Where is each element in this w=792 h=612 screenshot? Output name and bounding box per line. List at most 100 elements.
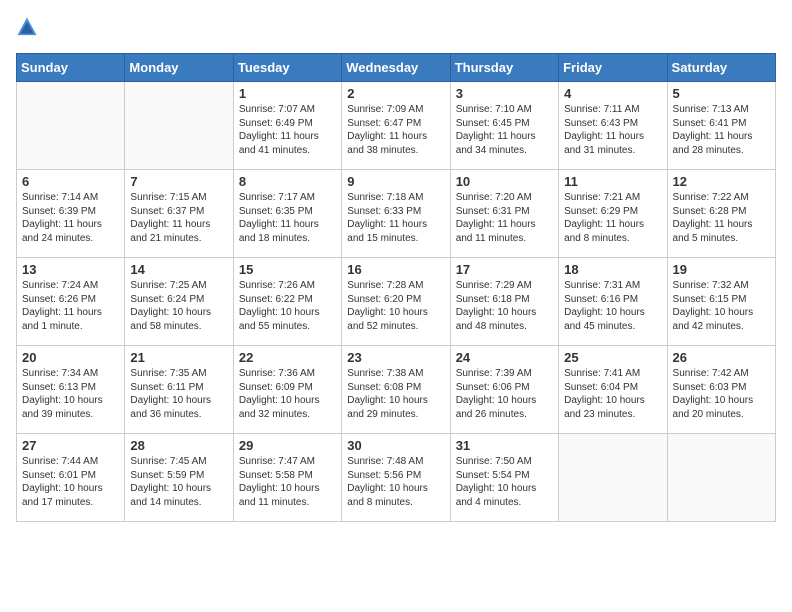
day-info: Sunrise: 7:39 AMSunset: 6:06 PMDaylight:… (456, 367, 553, 421)
calendar-day: 7 Sunrise: 7:15 AMSunset: 6:37 PMDaylight… (125, 170, 233, 258)
day-info: Sunrise: 7:31 AMSunset: 6:16 PMDaylight:… (564, 279, 661, 333)
day-info: Sunrise: 7:09 AMSunset: 6:47 PMDaylight:… (347, 103, 444, 157)
day-number: 9 (347, 174, 444, 189)
day-number: 4 (564, 86, 661, 101)
day-number: 18 (564, 262, 661, 277)
calendar-week-5: 27Sunrise: 7:44 AMSunset: 6:01 PMDayligh… (17, 434, 776, 522)
calendar-day: 30Sunrise: 7:48 AMSunset: 5:56 PMDayligh… (342, 434, 450, 522)
calendar-day: 25 Sunrise: 7:41 AMSunset: 6:04 PMDayligh… (559, 346, 667, 434)
day-info: Sunrise: 7:29 AMSunset: 6:18 PMDaylight:… (456, 279, 553, 333)
day-number: 7 (130, 174, 227, 189)
day-info: Sunrise: 7:21 AMSunset: 6:29 PMDaylight:… (564, 191, 661, 245)
calendar-day: 12 Sunrise: 7:22 AMSunset: 6:28 PMDayligh… (667, 170, 775, 258)
calendar-week-3: 13 Sunrise: 7:24 AMSunset: 6:26 PMDayligh… (17, 258, 776, 346)
calendar-day: 10 Sunrise: 7:20 AMSunset: 6:31 PMDayligh… (450, 170, 558, 258)
weekday-header-saturday: Saturday (667, 54, 775, 82)
day-number: 28 (130, 438, 227, 453)
calendar-day: 15 Sunrise: 7:26 AMSunset: 6:22 PMDayligh… (233, 258, 341, 346)
logo-icon (16, 16, 38, 38)
calendar-table: SundayMondayTuesdayWednesdayThursdayFrid… (16, 53, 776, 522)
calendar-day: 26 Sunrise: 7:42 AMSunset: 6:03 PMDayligh… (667, 346, 775, 434)
day-number: 25 (564, 350, 661, 365)
day-number: 23 (347, 350, 444, 365)
day-number: 24 (456, 350, 553, 365)
weekday-header-row: SundayMondayTuesdayWednesdayThursdayFrid… (17, 54, 776, 82)
day-info: Sunrise: 7:35 AMSunset: 6:11 PMDaylight:… (130, 367, 227, 421)
day-number: 16 (347, 262, 444, 277)
day-number: 17 (456, 262, 553, 277)
calendar-day: 14 Sunrise: 7:25 AMSunset: 6:24 PMDayligh… (125, 258, 233, 346)
calendar-day: 24 Sunrise: 7:39 AMSunset: 6:06 PMDayligh… (450, 346, 558, 434)
day-info: Sunrise: 7:18 AMSunset: 6:33 PMDaylight:… (347, 191, 444, 245)
day-number: 29 (239, 438, 336, 453)
page-header (16, 16, 776, 43)
calendar-day (667, 434, 775, 522)
calendar-week-4: 20 Sunrise: 7:34 AMSunset: 6:13 PMDayligh… (17, 346, 776, 434)
day-number: 12 (673, 174, 770, 189)
day-info: Sunrise: 7:07 AMSunset: 6:49 PMDaylight:… (239, 103, 336, 157)
day-info: Sunrise: 7:13 AMSunset: 6:41 PMDaylight:… (673, 103, 770, 157)
day-info: Sunrise: 7:11 AMSunset: 6:43 PMDaylight:… (564, 103, 661, 157)
calendar-day: 17 Sunrise: 7:29 AMSunset: 6:18 PMDayligh… (450, 258, 558, 346)
calendar-day: 22 Sunrise: 7:36 AMSunset: 6:09 PMDayligh… (233, 346, 341, 434)
day-number: 30 (347, 438, 444, 453)
day-info: Sunrise: 7:10 AMSunset: 6:45 PMDaylight:… (456, 103, 553, 157)
day-number: 20 (22, 350, 119, 365)
day-info: Sunrise: 7:17 AMSunset: 6:35 PMDaylight:… (239, 191, 336, 245)
calendar-day: 4 Sunrise: 7:11 AMSunset: 6:43 PMDaylight… (559, 82, 667, 170)
day-info: Sunrise: 7:28 AMSunset: 6:20 PMDaylight:… (347, 279, 444, 333)
weekday-header-monday: Monday (125, 54, 233, 82)
day-number: 2 (347, 86, 444, 101)
weekday-header-wednesday: Wednesday (342, 54, 450, 82)
day-info: Sunrise: 7:20 AMSunset: 6:31 PMDaylight:… (456, 191, 553, 245)
calendar-body: 1 Sunrise: 7:07 AMSunset: 6:49 PMDaylight… (17, 82, 776, 522)
calendar-day: 20 Sunrise: 7:34 AMSunset: 6:13 PMDayligh… (17, 346, 125, 434)
day-info: Sunrise: 7:32 AMSunset: 6:15 PMDaylight:… (673, 279, 770, 333)
calendar-day: 1 Sunrise: 7:07 AMSunset: 6:49 PMDaylight… (233, 82, 341, 170)
calendar-day: 18 Sunrise: 7:31 AMSunset: 6:16 PMDayligh… (559, 258, 667, 346)
day-number: 8 (239, 174, 336, 189)
day-number: 31 (456, 438, 553, 453)
calendar-day: 2 Sunrise: 7:09 AMSunset: 6:47 PMDaylight… (342, 82, 450, 170)
day-info: Sunrise: 7:22 AMSunset: 6:28 PMDaylight:… (673, 191, 770, 245)
calendar-day: 3 Sunrise: 7:10 AMSunset: 6:45 PMDaylight… (450, 82, 558, 170)
logo (16, 16, 40, 43)
day-info: Sunrise: 7:36 AMSunset: 6:09 PMDaylight:… (239, 367, 336, 421)
calendar-day: 6Sunrise: 7:14 AMSunset: 6:39 PMDaylight… (17, 170, 125, 258)
calendar-week-1: 1 Sunrise: 7:07 AMSunset: 6:49 PMDaylight… (17, 82, 776, 170)
day-number: 1 (239, 86, 336, 101)
day-info: Sunrise: 7:15 AMSunset: 6:37 PMDaylight:… (130, 191, 227, 245)
calendar-day (559, 434, 667, 522)
day-number: 10 (456, 174, 553, 189)
day-info: Sunrise: 7:42 AMSunset: 6:03 PMDaylight:… (673, 367, 770, 421)
calendar-day (17, 82, 125, 170)
day-info: Sunrise: 7:34 AMSunset: 6:13 PMDaylight:… (22, 367, 119, 421)
calendar-day: 5Sunrise: 7:13 AMSunset: 6:41 PMDaylight… (667, 82, 775, 170)
day-info: Sunrise: 7:38 AMSunset: 6:08 PMDaylight:… (347, 367, 444, 421)
day-number: 15 (239, 262, 336, 277)
day-info: Sunrise: 7:41 AMSunset: 6:04 PMDaylight:… (564, 367, 661, 421)
calendar-day: 31 Sunrise: 7:50 AMSunset: 5:54 PMDayligh… (450, 434, 558, 522)
day-info: Sunrise: 7:25 AMSunset: 6:24 PMDaylight:… (130, 279, 227, 333)
day-number: 13 (22, 262, 119, 277)
day-info: Sunrise: 7:26 AMSunset: 6:22 PMDaylight:… (239, 279, 336, 333)
day-info: Sunrise: 7:24 AMSunset: 6:26 PMDaylight:… (22, 279, 119, 333)
day-number: 14 (130, 262, 227, 277)
calendar-day: 11Sunrise: 7:21 AMSunset: 6:29 PMDayligh… (559, 170, 667, 258)
calendar-day: 16 Sunrise: 7:28 AMSunset: 6:20 PMDayligh… (342, 258, 450, 346)
calendar-day: 19 Sunrise: 7:32 AMSunset: 6:15 PMDayligh… (667, 258, 775, 346)
calendar-day: 9 Sunrise: 7:18 AMSunset: 6:33 PMDaylight… (342, 170, 450, 258)
day-number: 3 (456, 86, 553, 101)
weekday-header-tuesday: Tuesday (233, 54, 341, 82)
day-number: 21 (130, 350, 227, 365)
day-info: Sunrise: 7:50 AMSunset: 5:54 PMDaylight:… (456, 455, 553, 509)
day-info: Sunrise: 7:45 AMSunset: 5:59 PMDaylight:… (130, 455, 227, 509)
day-number: 26 (673, 350, 770, 365)
calendar-day: 27Sunrise: 7:44 AMSunset: 6:01 PMDayligh… (17, 434, 125, 522)
weekday-header-sunday: Sunday (17, 54, 125, 82)
day-number: 22 (239, 350, 336, 365)
calendar-week-2: 6Sunrise: 7:14 AMSunset: 6:39 PMDaylight… (17, 170, 776, 258)
day-number: 19 (673, 262, 770, 277)
weekday-header-friday: Friday (559, 54, 667, 82)
day-number: 6 (22, 174, 119, 189)
